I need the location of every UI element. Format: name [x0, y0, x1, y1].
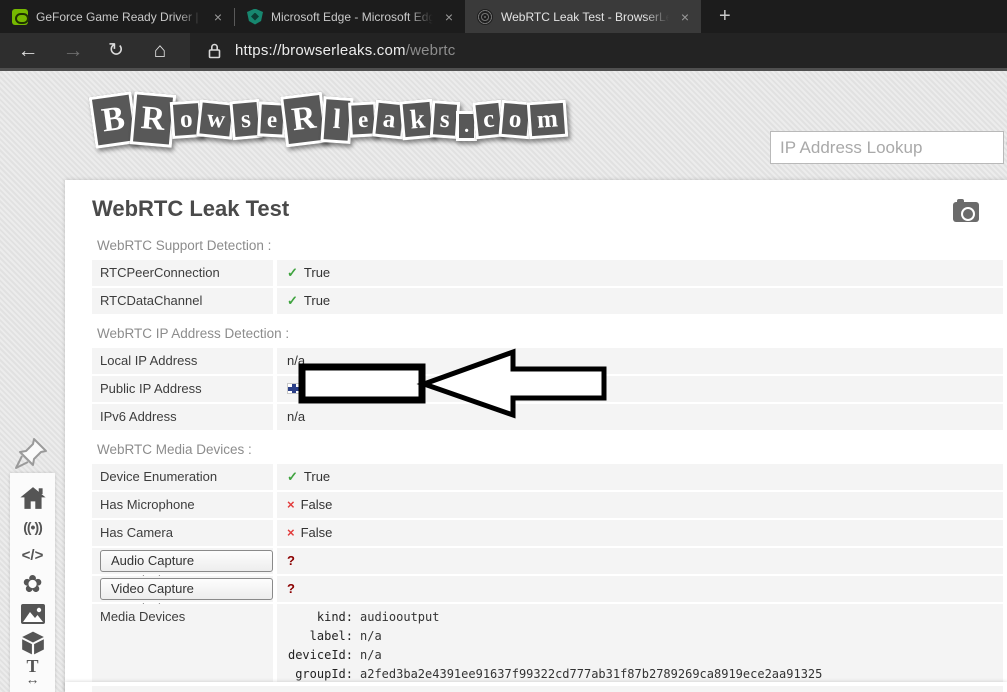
table-row: Video Capture Permissions ? [92, 576, 1003, 616]
table-row: Audio Capture Permissions ? [92, 548, 1003, 588]
webpage: B R o w s e R l e a k s . c o m WebRTC L… [0, 71, 1007, 692]
cross-icon: × [287, 497, 295, 512]
check-icon: ✓ [287, 469, 298, 484]
row-label: RTCPeerConnection [92, 260, 273, 286]
refresh-icon[interactable]: ↻ [98, 33, 134, 68]
url-host: https://browserleaks.com [235, 42, 406, 59]
broadcast-icon[interactable]: ((•)) [10, 512, 55, 541]
lock-icon [208, 43, 221, 59]
image-icon[interactable] [10, 599, 55, 628]
browser-tab-bar: GeForce Game Ready Driver | 45 × Microso… [0, 0, 1007, 33]
row-label: Local IP Address [92, 348, 273, 374]
next-content-panel [65, 682, 1007, 692]
table-row: Has Microphone × False [92, 492, 1003, 518]
close-icon[interactable]: × [441, 9, 457, 25]
row-value: ✓ True [277, 260, 1003, 286]
audio-capture-permissions-button[interactable]: Audio Capture Permissions [100, 550, 273, 588]
row-label: Media Devices [92, 604, 273, 684]
table-row: RTCPeerConnection ✓ True [92, 260, 1003, 286]
code-icon[interactable]: </> [10, 541, 55, 570]
webgl-cube-icon[interactable] [10, 628, 55, 657]
row-value: n/a [277, 348, 1003, 374]
home-nav-icon[interactable]: ⌂ [142, 33, 178, 68]
tab-title: Microsoft Edge - Microsoft Edge [271, 9, 433, 24]
tab-geforce[interactable]: GeForce Game Ready Driver | 45 × [0, 0, 234, 33]
row-label: IPv6 Address [92, 404, 273, 430]
section-media-header: WebRTC Media Devices : [97, 442, 252, 457]
tab-webrtc-active[interactable]: WebRTC Leak Test - BrowserLeak × [465, 0, 701, 33]
canvas-icon[interactable]: ✿ [10, 570, 55, 599]
video-capture-permissions-button[interactable]: Video Capture Permissions [100, 578, 273, 616]
row-value: ? [277, 576, 1003, 602]
button-cell: Video Capture Permissions [92, 576, 273, 616]
table-row-public-ip: Public IP Address [92, 376, 1003, 402]
tab-edge[interactable]: Microsoft Edge - Microsoft Edge × [235, 0, 465, 33]
row-value: × False [277, 492, 1003, 518]
row-value: n/a [277, 404, 1003, 430]
logo-letter: m [526, 99, 568, 140]
media-devices-output: kind: audiooutput label: n/a deviceId: n/a … [277, 604, 1003, 684]
tab-title: GeForce Game Ready Driver | 45 [36, 9, 202, 24]
button-cell: Audio Capture Permissions [92, 548, 273, 588]
screen: GeForce Game Ready Driver | 45 × Microso… [0, 0, 1007, 692]
row-value: ? [277, 548, 1003, 574]
pushpin-icon[interactable] [14, 435, 50, 476]
nvidia-icon [12, 8, 29, 25]
row-value [277, 376, 1003, 402]
page-title: WebRTC Leak Test [92, 196, 290, 221]
finland-flag-icon [287, 382, 303, 394]
content-panel: WebRTC Leak Test WebRTC Support Detectio… [65, 180, 1007, 692]
fingerprint-icon [477, 8, 493, 25]
ip-lookup-search [770, 131, 1007, 164]
section-ip-header: WebRTC IP Address Detection : [97, 326, 290, 341]
url-path: /webrtc [405, 42, 456, 59]
logo-letter: R [129, 91, 176, 148]
close-icon[interactable]: × [677, 9, 693, 25]
row-value: ✓ True [277, 288, 1003, 314]
edge-icon [247, 8, 263, 25]
section-support-header: WebRTC Support Detection : [97, 238, 272, 253]
row-label: Public IP Address [92, 376, 273, 402]
table-row: Has Camera × False [92, 520, 1003, 546]
camera-icon[interactable] [953, 199, 979, 222]
row-label: RTCDataChannel [92, 288, 273, 314]
address-bar[interactable]: https://browserleaks.com/webrtc [190, 33, 1007, 68]
mono-line: kind: audiooutput [316, 610, 440, 624]
back-icon[interactable]: ← [10, 33, 46, 68]
cross-icon: × [287, 525, 295, 540]
check-icon: ✓ [287, 293, 298, 308]
row-label: Has Camera [92, 520, 273, 546]
search-input[interactable] [771, 137, 1005, 158]
row-value: ✓ True [277, 464, 1003, 490]
browserleaks-logo[interactable]: B R o w s e R l e a k s . c o m [88, 90, 568, 149]
check-icon: ✓ [287, 265, 298, 280]
table-row-media-devices: Media Devices kind: audiooutput label: n/a… [92, 604, 1003, 684]
row-label: Device Enumeration [92, 464, 273, 490]
font-metrics-icon[interactable]: T ↔ [10, 657, 55, 686]
table-row: Local IP Address n/a [92, 348, 1003, 374]
home-icon[interactable] [10, 483, 55, 512]
mono-line: label: n/a [309, 629, 382, 643]
question-mark: ? [287, 553, 295, 568]
table-row: Device Enumeration ✓ True [92, 464, 1003, 490]
table-row [92, 686, 1003, 692]
row-value: × False [277, 520, 1003, 546]
url-text: https://browserleaks.com/webrtc [235, 42, 455, 59]
row-label: Has Microphone [92, 492, 273, 518]
browser-navbar: ← → ↻ ⌂ https://browserleaks.com/webrtc [0, 33, 1007, 71]
table-row: IPv6 Address n/a [92, 404, 1003, 430]
mono-line: deviceId: n/a [287, 648, 382, 662]
sidebar-nav: ((•)) </> ✿ T ↔ [10, 473, 55, 692]
tab-title: WebRTC Leak Test - BrowserLeak [501, 9, 669, 24]
new-tab-button[interactable]: + [707, 5, 743, 28]
forward-icon[interactable]: → [55, 33, 91, 68]
question-mark: ? [287, 581, 295, 596]
table-row: RTCDataChannel ✓ True [92, 288, 1003, 314]
close-icon[interactable]: × [210, 9, 226, 25]
